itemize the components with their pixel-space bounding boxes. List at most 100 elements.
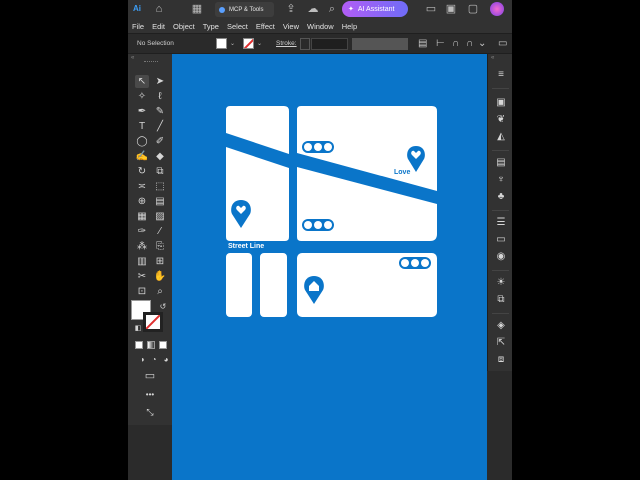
options-dropdown-icon[interactable]: ⌄ (478, 38, 486, 50)
menu-view[interactable]: View (283, 22, 299, 31)
stroke-stepper[interactable] (300, 38, 310, 50)
stroke-swatch-large[interactable] (143, 312, 163, 332)
artboards-icon[interactable]: ⧈ (494, 353, 508, 366)
panels-dock: « ≡ ▣ ❦ ◭ ▤ ♆ ♣ ☰ ▭ ◉ ☀ ⧉ ◈ ⇱ ⧈ (487, 54, 512, 371)
appearance-icon[interactable]: ☀ (494, 276, 508, 289)
free-transform-tool-icon[interactable]: ⬚ (153, 180, 167, 193)
collapse-toolbar-icon[interactable]: « (131, 55, 134, 61)
pen-tool-icon[interactable]: ✒ (135, 105, 149, 118)
swatches-icon[interactable]: ▤ (494, 156, 508, 169)
magic-wand-tool-icon[interactable]: ✧ (135, 90, 149, 103)
edit-toolbar-icon[interactable]: ••• (143, 388, 157, 401)
stroke-label[interactable]: Stroke: (276, 40, 297, 47)
menu-object[interactable]: Object (173, 22, 195, 31)
symbols-icon[interactable]: ♣ (494, 190, 508, 203)
mcp-tools-button[interactable]: MCP & Tools (215, 2, 274, 17)
live-paint-tool-icon[interactable]: ⎘ (153, 240, 167, 253)
path-icon[interactable]: ∩ (466, 38, 473, 50)
canvas[interactable]: Love Street Line (172, 54, 487, 480)
home-icon[interactable]: ⌂ (152, 3, 166, 16)
default-colors-icon[interactable]: ◧ (131, 322, 145, 335)
gradient-icon[interactable]: ▭ (494, 233, 508, 246)
menu-bar: File Edit Object Type Select Effect View… (128, 19, 512, 33)
blend-tool-icon[interactable]: ⁄ (153, 225, 167, 238)
shaper-tool-icon[interactable]: ✍ (135, 150, 149, 163)
collapse-panels-icon[interactable]: « (491, 55, 494, 61)
slice-tool-icon[interactable]: ✂ (135, 270, 149, 283)
street-line-label: Street Line (228, 243, 264, 250)
color-icon[interactable]: ◭ (494, 130, 508, 143)
draw-inside-icon[interactable]: ◕ (159, 353, 173, 366)
workspace-icon[interactable]: ▦ (190, 3, 204, 16)
direct-selection-tool-icon[interactable]: ➤ (153, 75, 167, 88)
stroke-icon[interactable]: ☰ (494, 216, 508, 229)
search-icon[interactable]: ⌕ (325, 3, 339, 16)
hand-tool-icon[interactable]: ✋ (153, 270, 167, 283)
color-mode-icon[interactable] (135, 341, 143, 349)
menu-type[interactable]: Type (203, 22, 219, 31)
symbol-sprayer-tool-icon[interactable]: ⁂ (135, 240, 149, 253)
paintbrush-tool-icon[interactable]: ✐ (153, 135, 167, 148)
mesh-tool-icon[interactable]: ▦ (135, 210, 149, 223)
swap-colors-icon[interactable]: ↺ (156, 300, 170, 313)
layers-stack-icon[interactable]: ◈ (494, 319, 508, 332)
stroke-dropdown-icon[interactable]: ⌄ (257, 40, 262, 47)
cloud-icon[interactable]: ☁ (306, 3, 320, 16)
opacity-field[interactable] (352, 38, 408, 50)
expand-icon[interactable]: ⤡ (143, 406, 157, 419)
gradient-mode-icon[interactable] (147, 341, 155, 349)
ai-assistant-button[interactable]: ✦ AI Assistant (342, 1, 408, 17)
shape-builder-tool-icon[interactable]: ⊕ (135, 195, 149, 208)
graphic-styles-icon[interactable]: ⧉ (494, 293, 508, 306)
title-bar: Ai ⌂ ▦ MCP & Tools ⇪ ☁ ⌕ ✦ AI Assistant … (128, 0, 512, 19)
align-icon[interactable]: ▤ (418, 38, 427, 50)
screen-mode-icon[interactable]: ▭ (143, 370, 157, 383)
properties-icon[interactable]: ≡ (494, 68, 508, 81)
gradient-tool-icon[interactable]: ▨ (153, 210, 167, 223)
stroke-weight-field[interactable] (311, 38, 348, 50)
menu-edit[interactable]: Edit (152, 22, 165, 31)
column-graph-tool-icon[interactable]: ▥ (135, 255, 149, 268)
artboard-tool-icon[interactable]: ⊞ (153, 255, 167, 268)
menu-file[interactable]: File (132, 22, 144, 31)
minimize-icon[interactable]: ▭ (424, 3, 438, 16)
toolbar-grip[interactable] (144, 61, 158, 63)
rotate-tool-icon[interactable]: ↻ (135, 165, 149, 178)
eyedropper-tool-icon[interactable]: ✑ (135, 225, 149, 238)
arrange-icon[interactable]: ▣ (444, 3, 458, 16)
menu-effect[interactable]: Effect (256, 22, 275, 31)
ellipse-tool-icon[interactable]: ◯ (135, 135, 149, 148)
distribute-icon[interactable]: ⊢ (436, 38, 445, 50)
divider (492, 88, 509, 89)
export-icon[interactable]: ⇱ (494, 336, 508, 349)
fill-color-swatch[interactable] (216, 38, 227, 49)
transform-icon[interactable]: ∩ (452, 38, 459, 50)
none-mode-icon[interactable] (159, 341, 167, 349)
curvature-tool-icon[interactable]: ✎ (153, 105, 167, 118)
menu-select[interactable]: Select (227, 22, 248, 31)
line-tool-icon[interactable]: ╱ (153, 120, 167, 133)
close-icon[interactable]: ▢ (466, 3, 480, 16)
layers-icon[interactable]: ❦ (494, 113, 508, 126)
eraser-tool-icon[interactable]: ◆ (153, 150, 167, 163)
transparency-icon[interactable]: ◉ (494, 250, 508, 263)
panel-toggle-icon[interactable]: ▭ (498, 38, 507, 50)
perspective-tool-icon[interactable]: ▤ (153, 195, 167, 208)
share-icon[interactable]: ⇪ (284, 3, 298, 16)
menu-window[interactable]: Window (307, 22, 334, 31)
menu-help[interactable]: Help (342, 22, 357, 31)
fill-dropdown-icon[interactable]: ⌄ (230, 40, 235, 47)
libraries-icon[interactable]: ▣ (494, 96, 508, 109)
width-tool-icon[interactable]: ≍ (135, 180, 149, 193)
stroke-color-swatch[interactable] (243, 38, 254, 49)
selection-status: No Selection (137, 40, 174, 47)
mcp-dot-icon (219, 6, 225, 13)
brushes-icon[interactable]: ♆ (494, 173, 508, 186)
zoom-tool-icon[interactable]: ⌕ (153, 285, 167, 298)
lasso-tool-icon[interactable]: ℓ (153, 90, 167, 103)
selection-tool-icon[interactable]: ↖ (135, 75, 149, 88)
avatar[interactable] (490, 2, 504, 16)
scale-tool-icon[interactable]: ⧉ (153, 165, 167, 178)
type-tool-icon[interactable]: T (135, 120, 149, 133)
puppet-warp-tool-icon[interactable]: ⊡ (135, 285, 149, 298)
